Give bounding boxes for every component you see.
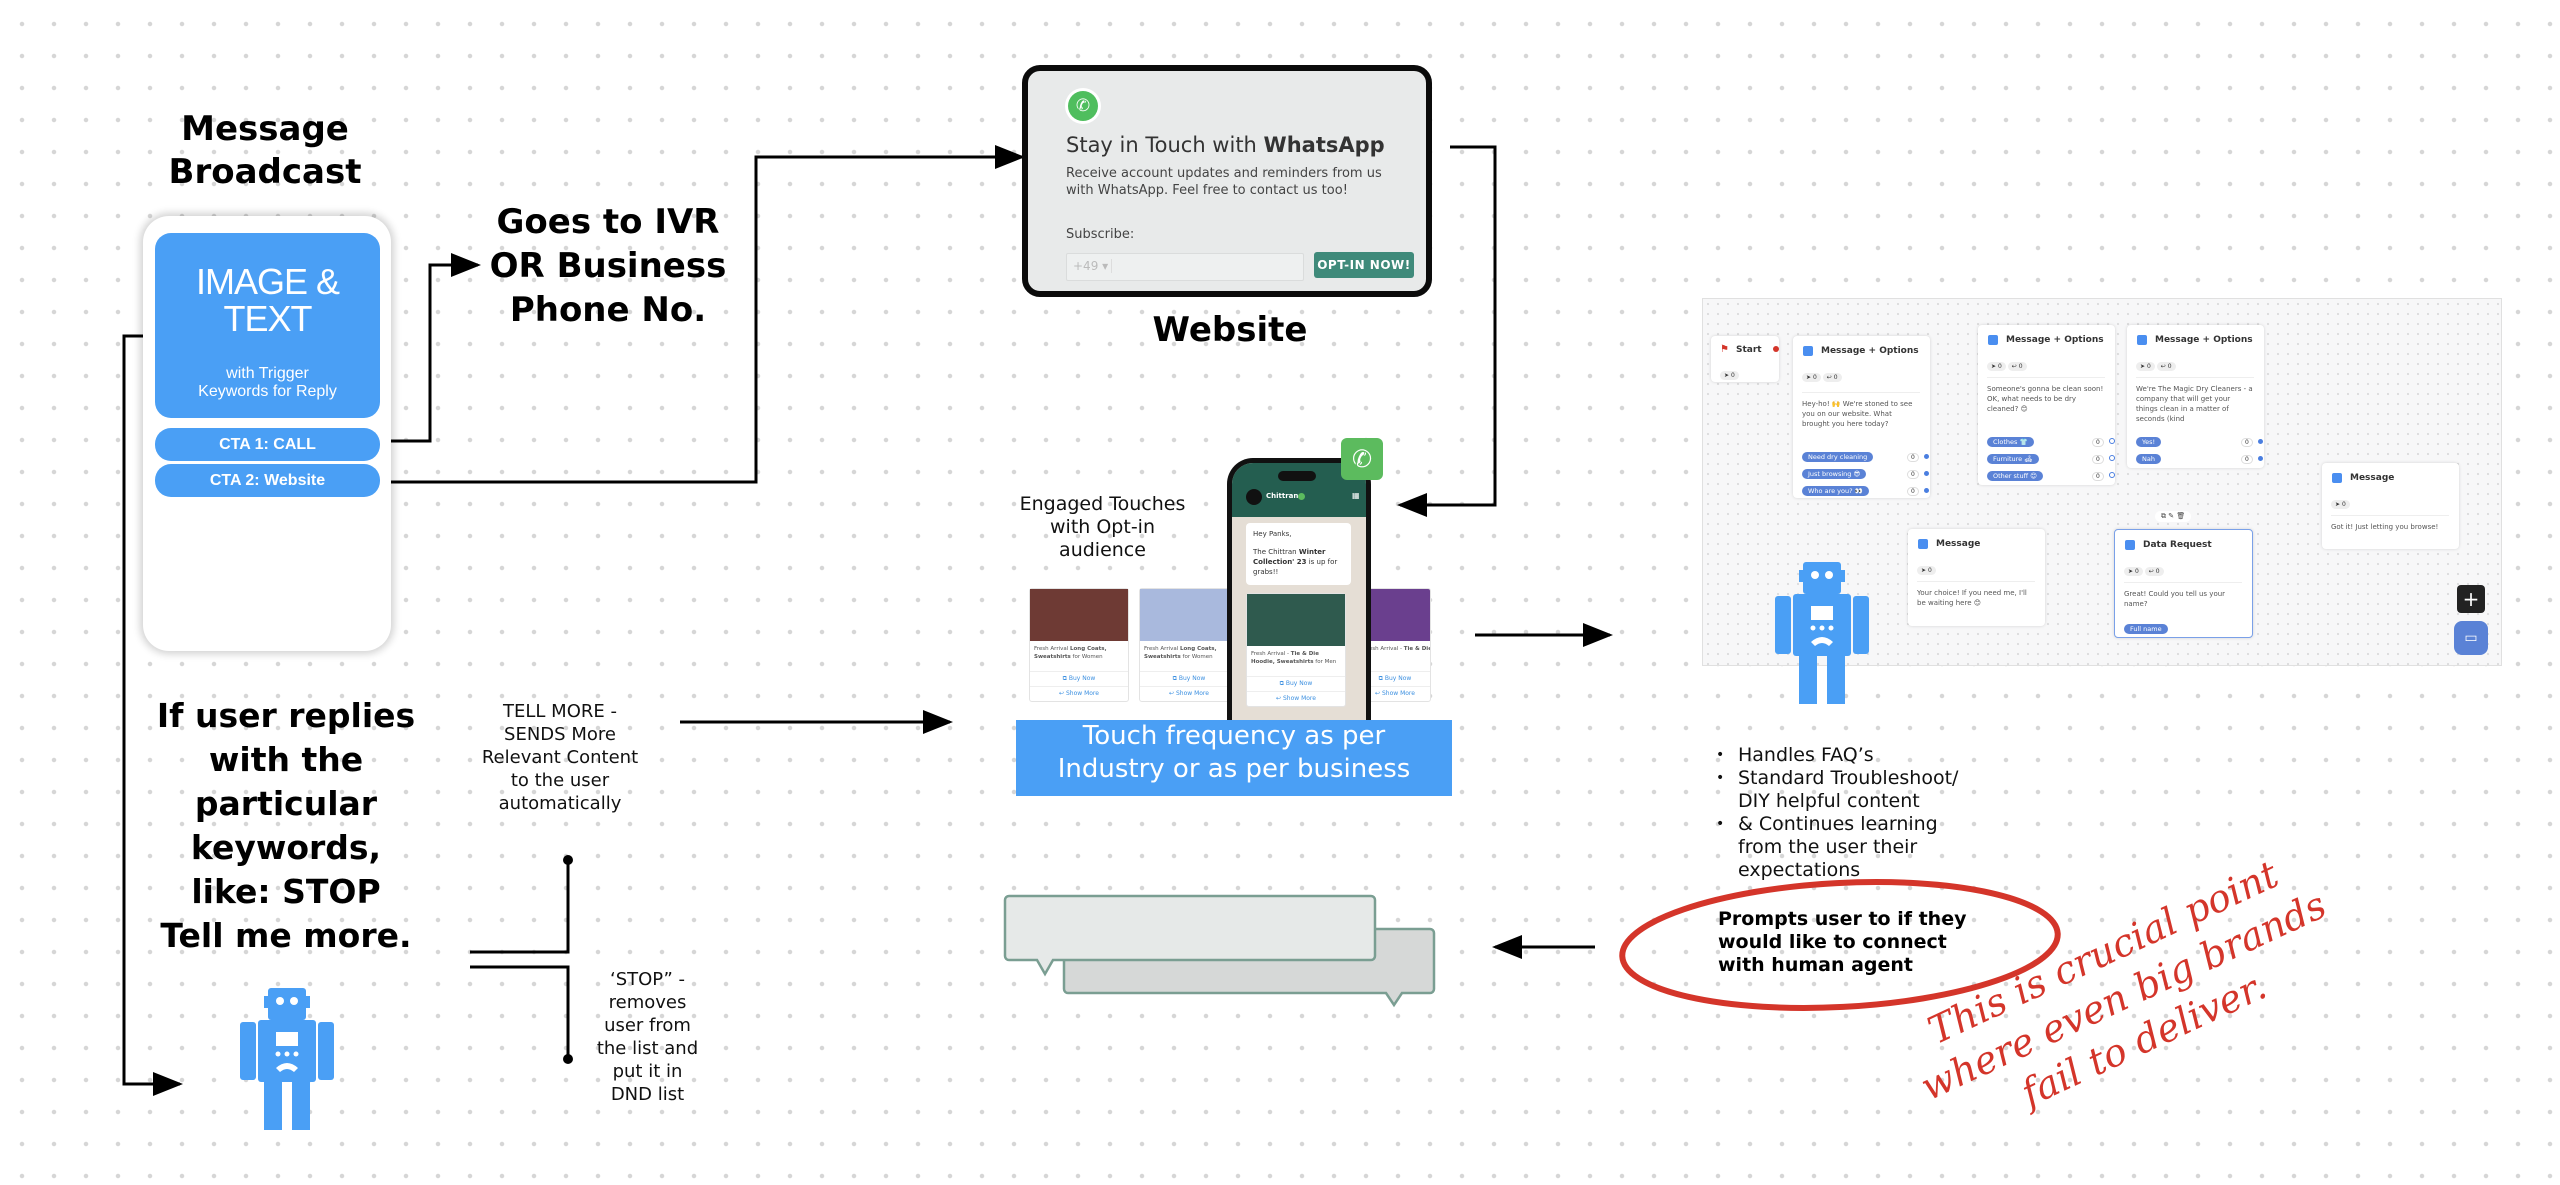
flow-node-message-options[interactable]: Message + Options ➤ 0 ↩ 0 Hey-ho! 🙌 We're… bbox=[1793, 336, 1930, 498]
flow-node-message-options[interactable]: Message + Options ➤ 0 ↩ 0 Someone's gonna… bbox=[1978, 325, 2115, 485]
flow-node-message-options[interactable]: Message + Options ➤ 0 ↩ 0 We're The Magic… bbox=[2127, 325, 2264, 468]
option-chip[interactable]: Other stuff 😊 bbox=[1987, 471, 2043, 481]
node-title: Message bbox=[2350, 473, 2395, 483]
node-title: Message + Options bbox=[2006, 335, 2104, 345]
product-text: Fresh Arrival - Tie & Die Hoodie, Sweats… bbox=[1251, 651, 1337, 665]
data-request-icon bbox=[2125, 540, 2135, 550]
greeting: Hey Panks, bbox=[1253, 530, 1292, 538]
website-label: Website bbox=[1152, 310, 1308, 350]
whatsapp-icon: ✆ bbox=[1068, 91, 1098, 121]
node-title: Message bbox=[1936, 539, 1981, 549]
image-text-block: IMAGE & TEXT with Trigger Keywords for R… bbox=[155, 233, 380, 418]
message-options-icon bbox=[1988, 335, 1998, 345]
country-code-select[interactable]: +49 ▾ bbox=[1073, 259, 1112, 273]
flow-node-start[interactable]: ⚑ Start ➤ 0 bbox=[1711, 336, 1779, 382]
buy-now-button[interactable]: ⧉ Buy Now bbox=[1247, 676, 1345, 691]
buy-now-button[interactable]: ⧉ Buy Now bbox=[1140, 671, 1238, 686]
message-body: The Chittran Winter Collection' 23 is up… bbox=[1253, 548, 1338, 576]
flow-node-data-request[interactable]: Data Request ➤ 0 ↩ 0 Great! Could you tel… bbox=[2114, 529, 2253, 638]
tell-more-label: TELL MORE - SENDS More Relevant Content … bbox=[481, 701, 639, 814]
phone-input[interactable]: +49 ▾ bbox=[1066, 253, 1304, 281]
branch-tell-more bbox=[470, 860, 570, 954]
country-code: +49 bbox=[1073, 259, 1099, 273]
prompt-label: Prompts user to if they would like to co… bbox=[1718, 908, 1967, 976]
bot-features-list: Handles FAQ’s Standard Troubleshoot/ DIY… bbox=[1716, 744, 1986, 882]
start-port[interactable] bbox=[1773, 346, 1779, 352]
form-title-regular: Stay in Touch with bbox=[1066, 133, 1264, 157]
product-image bbox=[1030, 589, 1128, 641]
show-more-button[interactable]: ↩ Show More bbox=[1030, 686, 1128, 701]
whatsapp-logo-icon: ✆ bbox=[1341, 438, 1383, 480]
robot-icon bbox=[1775, 562, 1869, 704]
image-block-title: IMAGE & TEXT bbox=[195, 261, 340, 339]
flow-node-message[interactable]: Message ➤ 0 Got it! Just letting you bro… bbox=[2322, 463, 2459, 549]
robot-icon bbox=[240, 988, 334, 1130]
chat-preview-button[interactable]: ▭ bbox=[2454, 621, 2488, 655]
feature-item: Standard Troubleshoot/ DIY helpful conte… bbox=[1716, 767, 1986, 813]
flow-node-message[interactable]: Message ➤ 0 Your choice! If you need me,… bbox=[1908, 529, 2045, 626]
node-text: Got it! Just letting you browse! bbox=[2331, 515, 2449, 532]
verified-icon bbox=[1298, 493, 1305, 500]
node-title: Data Request bbox=[2143, 540, 2212, 550]
node-text: Your choice! If you need me, I'll be wai… bbox=[1917, 581, 2035, 608]
image-block-subtitle: with Trigger Keywords for Reply bbox=[198, 365, 337, 400]
sent-count: ➤ 0 bbox=[1720, 371, 1739, 380]
product-image bbox=[1247, 594, 1345, 646]
brand-avatar bbox=[1246, 489, 1262, 505]
website-optin-form: ✆ Stay in Touch with WhatsApp Receive ac… bbox=[1022, 65, 1432, 297]
phone-notch bbox=[1278, 471, 1316, 481]
node-text: Someone's gonna be clean soon! OK, what … bbox=[1987, 377, 2105, 414]
message-options-icon bbox=[2137, 335, 2147, 345]
add-node-button[interactable]: + bbox=[2457, 585, 2485, 613]
product-card: Fresh Arrival - Tie & Die Hoodie, Sweats… bbox=[1246, 593, 1346, 707]
buy-now-button[interactable]: ⧉ Buy Now bbox=[1030, 671, 1128, 686]
store-icon[interactable]: ▦ bbox=[1352, 491, 1360, 500]
message-icon bbox=[2332, 473, 2342, 483]
ivr-label: Goes to IVR OR Business Phone No. bbox=[489, 202, 727, 330]
broadcast-title: Message Broadcast bbox=[168, 109, 362, 192]
flag-icon: ⚑ bbox=[1720, 344, 1729, 355]
cta-website-button[interactable]: CTA 2: Website bbox=[155, 464, 380, 497]
product-text: Fresh Arrival Long Coats, Sweatshirts fo… bbox=[1144, 646, 1217, 660]
node-title: Message + Options bbox=[2155, 335, 2253, 345]
node-text: Great! Could you tell us your name? bbox=[2124, 582, 2242, 609]
whatsapp-phone-mock: Chittran ▦ Hey Panks, The Chittran Winte… bbox=[1227, 458, 1371, 720]
node-title: Start bbox=[1736, 345, 1762, 355]
show-more-button[interactable]: ↩ Show More bbox=[1247, 691, 1345, 706]
subscribe-label: Subscribe: bbox=[1066, 227, 1135, 242]
message-icon bbox=[1918, 539, 1928, 549]
form-description: Receive account updates and reminders fr… bbox=[1066, 166, 1382, 198]
product-text: Fresh Arrival Long Coats, Sweatshirts fo… bbox=[1034, 646, 1107, 660]
feature-item: & Continues learning from the user their… bbox=[1716, 813, 1986, 882]
product-image bbox=[1140, 589, 1238, 641]
node-text: Hey-ho! 🙌 We're stoned to see you on our… bbox=[1802, 392, 1920, 429]
form-title: Stay in Touch with WhatsApp bbox=[1066, 133, 1385, 157]
field-chip[interactable]: Full name bbox=[2124, 624, 2168, 634]
node-text: We're The Magic Dry Cleaners - a company… bbox=[2136, 377, 2254, 422]
stop-label: ‘STOP” - removes user from the list and … bbox=[596, 969, 699, 1105]
feature-item: Handles FAQ’s bbox=[1716, 744, 1986, 767]
node-title: Message + Options bbox=[1821, 346, 1919, 356]
form-title-bold: WhatsApp bbox=[1263, 133, 1385, 157]
node-toolbar[interactable]: ⧉ ✎ 🗑 bbox=[2155, 511, 2192, 522]
touch-frequency-banner: Touch frequency as per Industry or as pe… bbox=[1016, 720, 1452, 796]
keywords-label: If user replies with the particular keyw… bbox=[156, 696, 416, 955]
opt-in-button[interactable]: OPT-IN NOW! bbox=[1314, 252, 1414, 278]
brand-name: Chittran bbox=[1266, 492, 1299, 500]
option-chip[interactable]: Nah bbox=[2136, 454, 2161, 464]
option-chip[interactable]: Who are you? 👀 bbox=[1802, 486, 1869, 496]
chat-bubbles-icon bbox=[1003, 894, 1436, 1008]
message-options-icon bbox=[1803, 346, 1813, 356]
engaged-touches-label: Engaged Touches with Opt-in audience bbox=[1019, 493, 1186, 561]
show-more-button[interactable]: ↩ Show More bbox=[1140, 686, 1238, 701]
product-card: Fresh Arrival Long Coats, Sweatshirts fo… bbox=[1029, 588, 1129, 702]
product-card: Fresh Arrival Long Coats, Sweatshirts fo… bbox=[1139, 588, 1239, 702]
cta-call-button[interactable]: CTA 1: CALL bbox=[155, 428, 380, 461]
chat-message: Hey Panks, The Chittran Winter Collectio… bbox=[1246, 523, 1351, 585]
branch-stop bbox=[470, 965, 570, 1059]
